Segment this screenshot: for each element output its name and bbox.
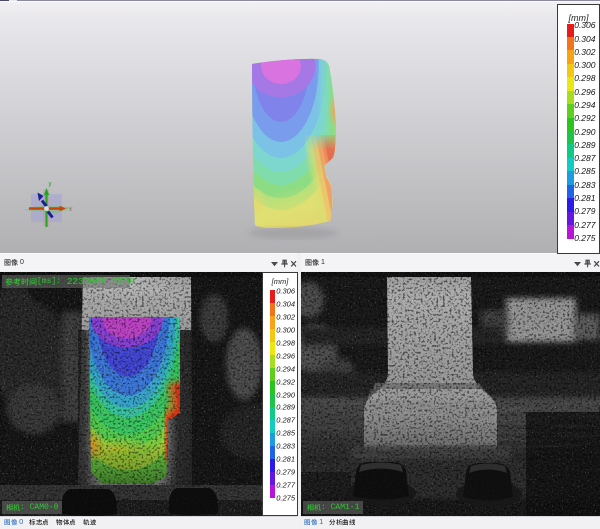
svg-text:x: x — [69, 207, 72, 213]
svg-text:y: y — [49, 182, 52, 188]
